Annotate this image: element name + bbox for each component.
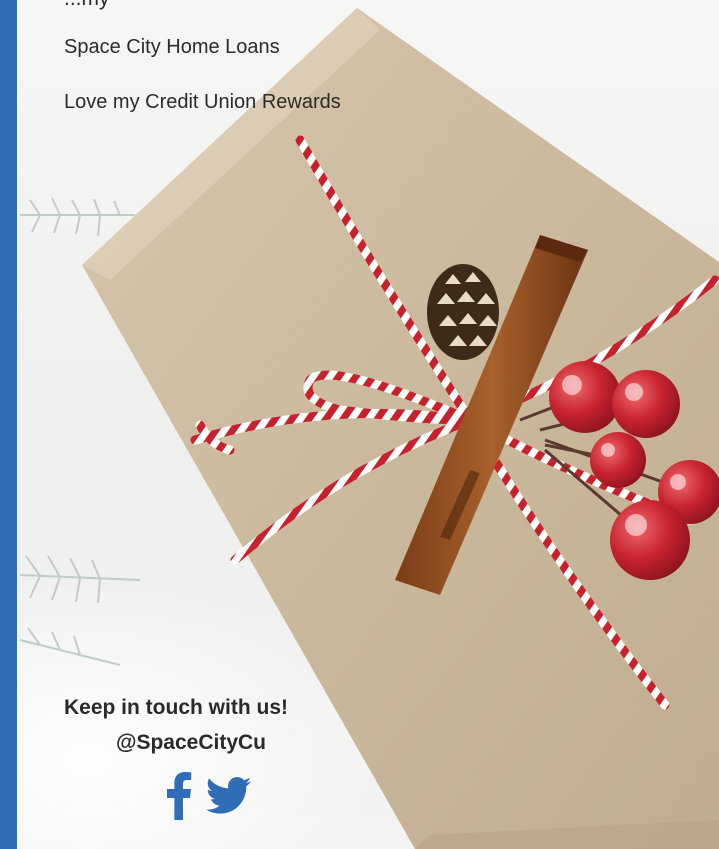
social-links bbox=[160, 772, 280, 822]
page-background: ...my Space City Home Loans Love my Cred… bbox=[0, 0, 719, 849]
link-space-city-home-loans[interactable]: Space City Home Loans bbox=[64, 34, 280, 60]
link-love-my-credit-union-rewards[interactable]: Love my Credit Union Rewards bbox=[64, 89, 341, 115]
cutoff-link-text: ...my bbox=[64, 0, 110, 12]
facebook-icon[interactable] bbox=[166, 772, 192, 820]
content: ...my Space City Home Loans Love my Cred… bbox=[0, 0, 719, 849]
twitter-icon[interactable] bbox=[205, 776, 252, 816]
keep-in-touch-heading: Keep in touch with us! bbox=[64, 696, 288, 719]
social-handle: @SpaceCityCu bbox=[116, 731, 267, 754]
